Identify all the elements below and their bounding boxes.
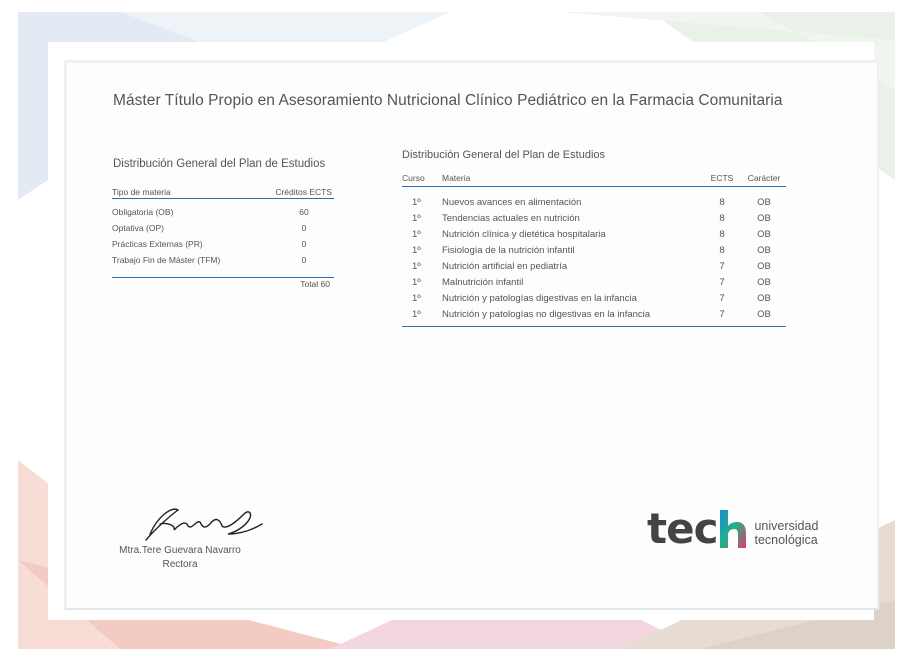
cell-curso: 1º: [412, 276, 421, 288]
table-row: 1º Malnutrición infantil 7 OB: [402, 274, 786, 290]
cell-materia: Nutrición clínica y dietética hospitalar…: [442, 228, 606, 240]
cell-caracter: OB: [757, 260, 771, 272]
column-header-credits: Créditos ECTS: [275, 187, 332, 197]
table-row: 1º Nutrición y patologías no digestivas e…: [402, 306, 786, 322]
logo-line-2: tecnológica: [754, 533, 818, 547]
column-header-caracter: Carácter: [747, 173, 781, 183]
cell-materia: Nutrición y patologías digestivas en la …: [442, 292, 637, 304]
row-credits: 0: [301, 223, 307, 233]
row-type: Trabajo Fin de Máster (TFM): [112, 255, 221, 265]
cell-curso: 1º: [412, 212, 421, 224]
table-row: 1º Nutrición y patologías digestivas en l…: [402, 290, 786, 306]
logo-line-1: universidad: [754, 519, 819, 533]
logo-subtitle: universidad tecnológica: [754, 519, 818, 550]
logo-h-mark-icon: [720, 510, 747, 548]
document-title: Máster Título Propio en Asesoramiento Nu…: [113, 92, 783, 109]
cell-curso: 1º: [412, 196, 421, 208]
table-row: 1º Nutrición artificial en pediatría 7 OB: [402, 258, 786, 274]
credits-summary-table: Tipo de materia Créditos ECTS Obligatori…: [112, 182, 334, 290]
cell-caracter: OB: [757, 308, 771, 320]
column-header-materia: Materia: [442, 173, 471, 183]
row-type: Obligatoria (OB): [112, 207, 174, 217]
cell-curso: 1º: [412, 260, 421, 272]
cell-materia: Malnutrición infantil: [442, 276, 524, 288]
cell-curso: 1º: [412, 292, 421, 304]
table-row: 1º Nuevos avances en alimentación 8 OB: [402, 194, 786, 210]
subjects-table: Curso Materia ECTS Carácter 1º Nuevos ava…: [402, 170, 786, 327]
table-row: Obligatoria (OB) 60: [112, 204, 334, 220]
column-header-ects: ECTS: [710, 173, 734, 183]
row-type: Prácticas Externas (PR): [112, 239, 203, 249]
cell-caracter: OB: [757, 292, 771, 304]
column-header-type: Tipo de materia: [112, 187, 171, 197]
tech-logo: tec universidad tecnológica: [647, 508, 818, 550]
table-row: 1º Tendencias actuales en nutrición 8 OB: [402, 210, 786, 226]
cell-materia: Nuevos avances en alimentación: [442, 196, 582, 208]
cell-ects: 8: [719, 212, 725, 224]
cell-ects: 8: [719, 196, 725, 208]
right-table-title: Distribución General del Plan de Estudio…: [402, 149, 606, 161]
table-header: Curso Materia ECTS Carácter: [402, 170, 786, 187]
cell-materia: Nutrición artificial en pediatría: [442, 260, 568, 272]
signatory-name: Mtra.Tere Guevara Navarro: [119, 545, 241, 556]
cell-curso: 1º: [412, 228, 421, 240]
cell-curso: 1º: [412, 308, 421, 320]
cell-ects: 7: [719, 276, 725, 288]
cell-materia: Tendencias actuales en nutrición: [442, 212, 580, 224]
cell-caracter: OB: [757, 212, 771, 224]
left-table-title: Distribución General del Plan de Estudio…: [113, 158, 326, 170]
table-row: 1º Nutrición clínica y dietética hospital…: [402, 226, 786, 242]
column-header-curso: Curso: [402, 173, 425, 183]
cell-caracter: OB: [757, 196, 771, 208]
cell-caracter: OB: [757, 276, 771, 288]
table-row: Trabajo Fin de Máster (TFM) 0: [112, 252, 334, 268]
table-header: Tipo de materia Créditos ECTS: [112, 182, 334, 199]
total-row: Total 60: [112, 277, 334, 290]
cell-materia: Nutrición y patologías no digestivas en …: [442, 308, 651, 320]
table-row: Optativa (OP) 0: [112, 220, 334, 236]
table-row: 1º Fisiología de la nutrición infantil 8 OB: [402, 242, 786, 258]
cell-materia: Fisiología de la nutrición infantil: [442, 244, 575, 256]
cell-ects: 8: [719, 244, 725, 256]
signature-image: [145, 508, 263, 541]
cell-caracter: OB: [757, 244, 771, 256]
table-row: Prácticas Externas (PR) 0: [112, 236, 334, 252]
signatory-role: Rectora: [162, 559, 198, 570]
total-label: Total 60: [300, 279, 330, 289]
cell-ects: 7: [719, 292, 725, 304]
cell-ects: 7: [719, 260, 725, 272]
row-credits: 60: [299, 207, 309, 217]
cell-curso: 1º: [412, 244, 421, 256]
cell-caracter: OB: [757, 228, 771, 240]
logo-wordmark: tec: [647, 504, 718, 553]
row-type: Optativa (OP): [112, 223, 164, 233]
row-credits: 0: [301, 255, 307, 265]
cell-ects: 7: [719, 308, 725, 320]
cell-ects: 8: [719, 228, 725, 240]
row-credits: 0: [301, 239, 307, 249]
